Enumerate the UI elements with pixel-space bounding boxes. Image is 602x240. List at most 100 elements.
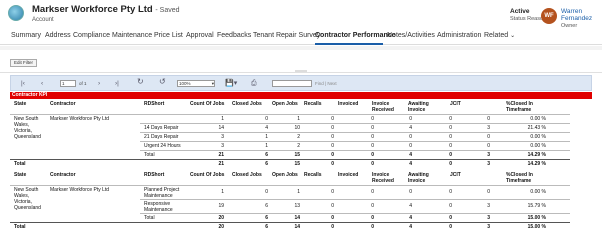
tab-contractor-performance[interactable]: Contractor Performance [315, 32, 396, 39]
jcit-cell: 0 [487, 134, 490, 140]
closed-cell: 6 [265, 215, 268, 221]
report-toolbar: |‹ ‹ 1 of 1 › ›| ↻ ↺ 100% ▾ 💾▾ ⎙ Find | … [10, 75, 592, 91]
tab-administration[interactable]: Administration [437, 32, 481, 39]
find-next-link[interactable]: Find | Next [315, 81, 337, 86]
col-header-open: Open Jobs [272, 101, 298, 107]
tab-maintenance[interactable]: Maintenance [112, 32, 152, 39]
next-page-icon[interactable]: › [98, 80, 100, 88]
count-cell: 20 [218, 215, 224, 221]
col-header-jcit: JCIT [450, 101, 461, 107]
awaiting-invoice-cell: 0 [449, 161, 452, 167]
header-divider [10, 185, 570, 186]
tab-tenant-repair-survey[interactable]: Tenant Repair Survey [253, 32, 320, 39]
refresh-icon[interactable]: ↻ [137, 78, 144, 86]
row-divider [140, 150, 570, 151]
invoice-received-cell: 4 [409, 152, 412, 158]
invoice-received-cell: 0 [409, 116, 412, 122]
closed-cell: 6 [265, 152, 268, 158]
pct-cell: 0.00 % [530, 116, 546, 122]
rdshort-cell: Planned Project Maintenance [144, 187, 180, 199]
row-divider [140, 123, 570, 124]
awaiting-invoice-cell: 0 [449, 215, 452, 221]
subtotal-label: Total [144, 152, 155, 158]
chevron-down-icon: ▾ [211, 81, 214, 86]
invoiced-cell: 0 [371, 116, 374, 122]
save-export-icon[interactable]: 💾▾ [225, 80, 237, 88]
open-cell: 2 [297, 143, 300, 149]
open-cell: 15 [294, 152, 300, 158]
tab-compliance[interactable]: Compliance [73, 32, 110, 39]
first-page-icon[interactable]: |‹ [21, 80, 25, 88]
jcit-cell: 3 [487, 215, 490, 221]
subtotal-label: Total [144, 215, 155, 221]
section-divider [10, 222, 570, 223]
tab-price-list[interactable]: Price List [154, 32, 183, 39]
col-header-count: Count Of Jobs [190, 101, 225, 107]
open-cell: 14 [294, 224, 300, 230]
tab-related[interactable]: Related ⌄ [484, 32, 515, 39]
edit-filter-button[interactable]: Edit Filter [10, 59, 37, 67]
previous-page-icon[interactable]: ‹ [41, 80, 43, 88]
closed-cell: 6 [265, 224, 268, 230]
open-cell: 1 [297, 189, 300, 195]
contractor-cell: Markser Workforce Pty Ltd [50, 187, 110, 193]
pct-cell: 0.00 % [530, 189, 546, 195]
tab-notes-activities[interactable]: Notes/Activities [387, 32, 435, 39]
page-number-input[interactable]: 1 [60, 80, 76, 87]
owner-name-link[interactable]: Warren Fernandez [561, 8, 602, 22]
open-cell: 15 [294, 161, 300, 167]
closed-cell: 0 [265, 189, 268, 195]
record-header: Markser Workforce Pty Ltd - Saved Accoun… [0, 0, 602, 29]
recalls-cell: 0 [331, 143, 334, 149]
owner-avatar[interactable]: WF [541, 8, 557, 24]
col-header-contractor: Contractor [50, 172, 76, 178]
back-to-parent-icon[interactable]: ↺ [159, 78, 166, 86]
count-cell: 1 [221, 116, 224, 122]
report-title-bar: Contractor KPI [10, 92, 592, 99]
find-input[interactable] [272, 80, 312, 87]
awaiting-invoice-cell: 0 [449, 143, 452, 149]
open-cell: 13 [294, 203, 300, 209]
col-header-pct-closed: %Closed In Timeframe [506, 172, 533, 184]
col-header-recalls: Recalls [304, 101, 322, 107]
last-page-icon[interactable]: ›| [115, 80, 119, 88]
closed-cell: 1 [265, 143, 268, 149]
awaiting-invoice-cell: 0 [449, 203, 452, 209]
count-cell: 3 [221, 134, 224, 140]
invoiced-cell: 0 [371, 152, 374, 158]
state-cell: New South Wales, Victoria, Queensland [14, 187, 41, 211]
tab-summary[interactable]: Summary [11, 32, 41, 39]
pct-cell: 15.00 % [527, 224, 546, 230]
col-header-invoiced: Invoiced [338, 101, 359, 107]
zoom-value: 100% [179, 81, 191, 86]
col-header-state: State [14, 101, 27, 107]
row-divider [140, 132, 570, 133]
recalls-cell: 0 [331, 224, 334, 230]
owner-label: Owner [561, 23, 578, 29]
closed-cell: 1 [265, 134, 268, 140]
splitter-handle[interactable] [295, 70, 307, 72]
jcit-cell: 3 [487, 203, 490, 209]
invoice-received-cell: 4 [409, 125, 412, 131]
tab-feedbacks[interactable]: Feedbacks [217, 32, 251, 39]
section-divider [10, 159, 570, 160]
col-header-jcit: JCIT [450, 172, 461, 178]
row-divider [140, 213, 570, 214]
pct-cell: 21.43 % [527, 125, 546, 131]
recalls-cell: 0 [331, 215, 334, 221]
col-header-awaiting-invoice: Awaiting Invoice [408, 172, 429, 184]
tab-address[interactable]: Address [45, 32, 71, 39]
chevron-down-icon: ⌄ [510, 33, 516, 39]
rdshort-cell: Urgent 24 Hours [144, 143, 181, 149]
jcit-cell: 3 [487, 224, 490, 230]
section-divider [0, 46, 602, 50]
count-cell: 20 [218, 224, 224, 230]
invoice-received-cell: 0 [409, 143, 412, 149]
tab-approval[interactable]: Approval [186, 32, 214, 39]
print-icon[interactable]: ⎙ [251, 80, 257, 88]
open-cell: 2 [297, 134, 300, 140]
zoom-select[interactable]: 100% ▾ [177, 80, 215, 87]
row-divider [140, 199, 570, 200]
invoice-received-cell: 4 [409, 215, 412, 221]
closed-cell: 6 [265, 203, 268, 209]
